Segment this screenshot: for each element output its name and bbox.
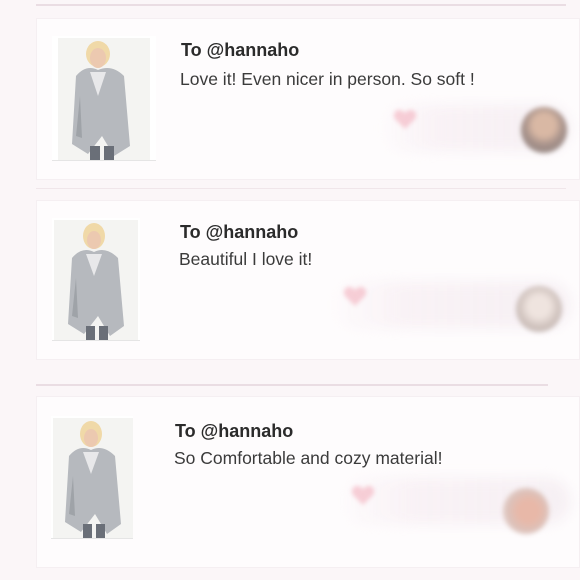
review-message: Love it! Even nicer in person. So soft ! (180, 69, 475, 89)
cardigan-photo (52, 36, 156, 160)
review-message: So Comfortable and cozy material! (174, 448, 443, 468)
review-recipient[interactable]: To @hannaho (180, 222, 298, 243)
section-divider (36, 384, 548, 386)
reviewer-avatar[interactable] (516, 286, 562, 332)
product-thumbnail[interactable] (51, 416, 133, 539)
product-thumbnail[interactable] (52, 36, 156, 161)
review-recipient[interactable]: To @hannaho (175, 421, 293, 442)
review-recipient[interactable]: To @hannaho (181, 40, 299, 61)
heart-icon[interactable] (342, 285, 368, 307)
heart-icon[interactable] (392, 108, 418, 130)
cardigan-photo (51, 416, 133, 538)
section-divider (36, 188, 566, 189)
review-message: Beautiful I love it! (179, 249, 313, 269)
reviewer-avatar[interactable] (521, 107, 567, 153)
reviewer-avatar[interactable] (503, 488, 549, 534)
top-divider (36, 4, 566, 6)
cardigan-photo (52, 218, 140, 340)
heart-icon[interactable] (350, 484, 376, 506)
product-thumbnail[interactable] (52, 218, 140, 341)
